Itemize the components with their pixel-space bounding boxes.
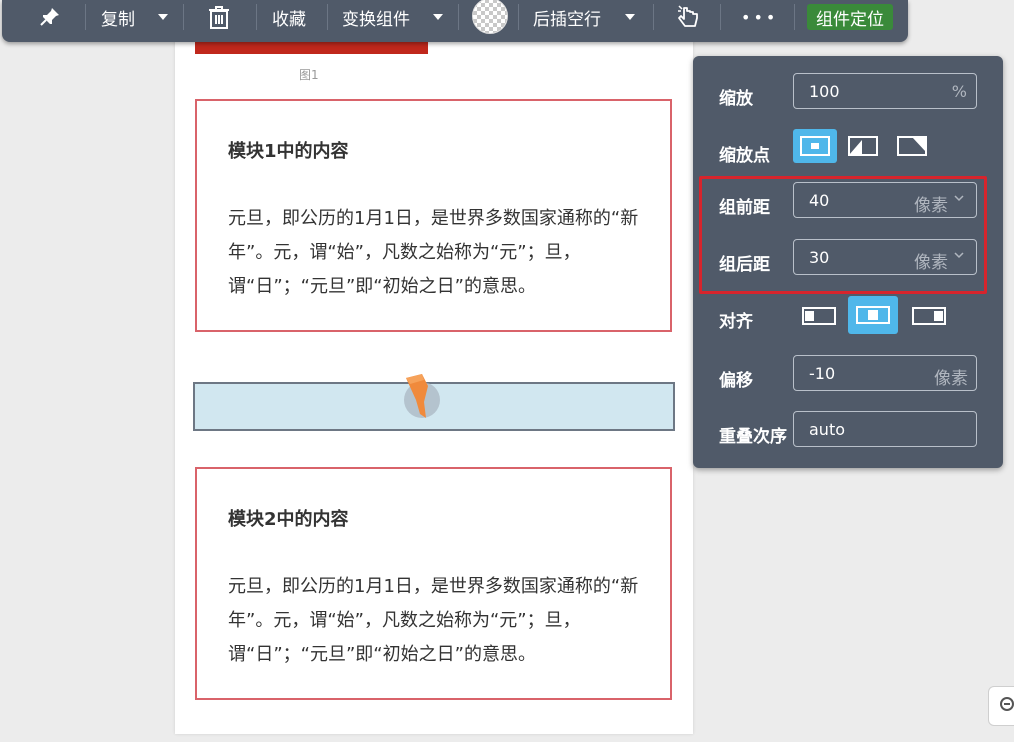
module-2[interactable]: 模块2中的内容 元旦，即公历的1月1日，是世界多数国家通称的“新年”。元，谓“始… [195,467,672,700]
background-transparency-button[interactable] [472,0,508,34]
more-label: ••• [741,7,779,27]
insert-after-label: 后插空行 [533,9,601,30]
toolbar-divider [653,4,654,30]
toolbar-divider [458,4,459,30]
interaction-button[interactable] [676,0,700,34]
delete-button[interactable] [208,0,230,34]
scale-value: 100 [809,82,840,101]
align-right-icon [912,307,946,325]
offset-value: -10 [809,364,836,383]
locate-label: 组件定位 [816,9,884,30]
zindex-input[interactable]: auto [793,411,977,447]
toolbar-divider [183,4,184,30]
origin-label: 缩放点 [719,146,770,166]
origin-bottom-left-icon [848,136,878,156]
figure-caption: 图1 [299,68,319,82]
component-toolbar: 复制 收藏 变换组件 后插空行 ••• 组件定位 [2,0,908,42]
align-right-button[interactable] [907,299,951,333]
transform-label: 变换组件 [342,9,410,30]
align-center-button[interactable] [848,296,898,334]
offset-input[interactable]: -10 像素 [793,355,977,391]
copy-dropdown[interactable] [158,0,168,34]
drop-marker-icon [404,374,440,418]
pin-button[interactable] [38,0,62,34]
scale-input[interactable]: 100 % [793,73,977,109]
chevron-down-icon [625,14,635,20]
locate-component-button[interactable]: 组件定位 [807,4,893,30]
origin-top-right-button[interactable] [890,129,934,163]
offset-label: 偏移 [719,371,753,391]
origin-center-icon [800,136,830,156]
align-left-icon [802,307,836,325]
toolbar-divider [518,4,519,30]
module-1-title: 模块1中的内容 [228,141,349,162]
toolbar-divider [85,4,86,30]
offset-unit: 像素 [934,369,968,389]
zindex-label: 重叠次序 [719,427,787,447]
zoom-control[interactable] [988,686,1014,726]
origin-center-button[interactable] [793,129,837,163]
zoom-out-icon [1000,697,1014,711]
insert-after-dropdown[interactable] [625,0,635,34]
module-1-body: 元旦，即公历的1月1日，是世界多数国家通称的“新年”。元，谓“始”，凡数之始称为… [228,208,639,297]
trash-icon [209,6,229,29]
scale-label: 缩放 [719,89,753,109]
origin-bottom-left-button[interactable] [841,129,885,163]
pin-icon [40,8,59,26]
scale-unit: % [951,82,967,101]
toolbar-divider [720,4,721,30]
more-button[interactable]: ••• [741,0,778,34]
zindex-value: auto [809,420,846,439]
align-center-icon [856,306,890,324]
align-left-button[interactable] [797,299,841,333]
copy-button[interactable]: 复制 [101,0,135,34]
toolbar-divider [327,4,328,30]
align-label: 对齐 [719,312,753,332]
chevron-down-icon [433,14,443,20]
favorite-label: 收藏 [272,9,306,30]
transform-button[interactable]: 变换组件 [342,0,410,34]
favorite-button[interactable]: 收藏 [272,0,306,34]
copy-label: 复制 [101,9,135,30]
insert-after-button[interactable]: 后插空行 [533,0,601,34]
origin-top-right-icon [897,136,927,156]
chevron-down-icon [158,14,168,20]
highlight-annotation [699,176,987,294]
module-1[interactable]: 模块1中的内容 元旦，即公历的1月1日，是世界多数国家通称的“新年”。元，谓“始… [195,99,672,332]
module-2-title: 模块2中的内容 [228,509,349,530]
toolbar-divider [256,4,257,30]
hand-pointer-icon [678,5,698,27]
transform-dropdown[interactable] [433,0,443,34]
module-2-body: 元旦，即公历的1月1日，是世界多数国家通称的“新年”。元，谓“始”，凡数之始称为… [228,576,639,665]
toolbar-divider [794,4,795,30]
